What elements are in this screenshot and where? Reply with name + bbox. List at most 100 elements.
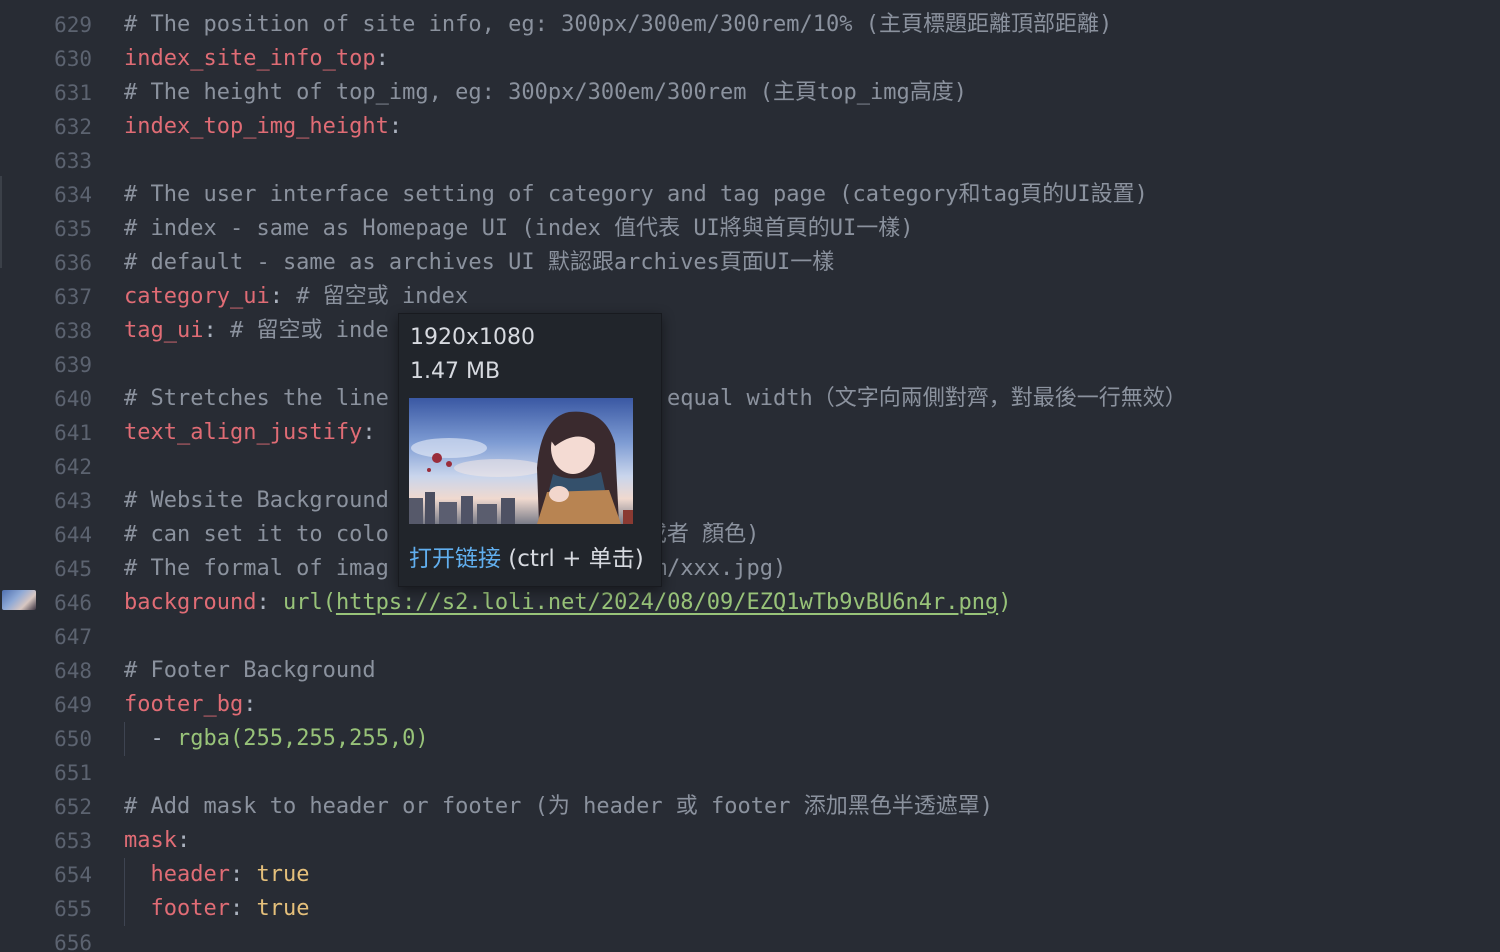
key-token: index_top_img_height <box>124 114 389 139</box>
code-line[interactable]: 637 category_ui: # 留空或 index <box>0 280 1500 314</box>
line-code: index_site_info_top: <box>124 42 389 76</box>
key-token: mask <box>124 828 177 853</box>
code-line[interactable]: 634 # The user interface setting of categ… <box>0 178 1500 212</box>
line-number: 640 <box>54 387 92 411</box>
code-line[interactable]: 638 tag_ui: # 留空或 inde <box>0 314 1500 348</box>
key-token: footer <box>150 896 230 921</box>
line-number: 641 <box>54 421 92 445</box>
image-hover-tooltip: 1920x1080 1.47 MB 打开链接 (ctrl + 单击) <box>398 313 662 587</box>
code-line[interactable]: 649 footer_bg: <box>0 688 1500 722</box>
line-code: # The height of top_img, eg: 300px/300em… <box>124 76 967 110</box>
code-line[interactable]: 630 index_site_info_top: <box>0 42 1500 76</box>
line-code: # Website Background <box>124 484 389 518</box>
comment-token: # The height of top_img, eg: 300px/300em… <box>124 80 967 105</box>
code-line[interactable]: 650 - rgba(255,255,255,0) <box>0 722 1500 756</box>
punctuation-token: : <box>229 862 257 887</box>
line-code: - rgba(255,255,255,0) <box>124 722 429 756</box>
line-number: 631 <box>54 81 92 105</box>
comment-token: # 留空或 index <box>296 284 469 309</box>
punctuation-token <box>124 896 151 921</box>
punctuation-token: : <box>375 46 389 71</box>
line-code: footer: true <box>124 892 310 926</box>
line-number: 652 <box>54 795 92 819</box>
open-link[interactable]: 打开链接 <box>409 546 501 572</box>
code-line[interactable]: 643 # Website Background <box>0 484 1500 518</box>
key-token: text_align_justify <box>124 420 363 445</box>
code-line[interactable]: 639 <box>0 348 1500 382</box>
code-line[interactable]: 640 # Stretches the line has equal width（… <box>0 382 1500 416</box>
string-token: url( <box>282 590 336 615</box>
line-number: 654 <box>54 863 92 887</box>
code-line[interactable]: 652 # Add mask to header or footer (为 hea… <box>0 790 1500 824</box>
code-line[interactable]: 642 <box>0 450 1500 484</box>
line-number: 639 <box>54 353 92 377</box>
punctuation-token: : <box>176 828 191 853</box>
line-code: # Add mask to header or footer (为 header… <box>124 790 993 824</box>
code-line[interactable]: 641 text_align_justify: <box>0 416 1500 450</box>
open-link-row: 打开链接 (ctrl + 单击) <box>409 542 644 576</box>
code-line[interactable]: 635 # index - same as Homepage UI (index … <box>0 212 1500 246</box>
punctuation-token: : <box>243 692 257 717</box>
punctuation-token <box>124 862 151 887</box>
line-code: index_top_img_height: <box>124 110 402 144</box>
code-line[interactable]: 636 # default - same as archives UI 默認跟ar… <box>0 246 1500 280</box>
comment-token: # Stretches the line <box>124 386 389 411</box>
key-token: background <box>124 590 257 615</box>
line-number: 638 <box>54 319 92 343</box>
string-token: rgba(255,255,255,0) <box>176 726 429 751</box>
code-editor[interactable]: 629 # The position of site info, eg: 300p… <box>0 0 1500 952</box>
code-line[interactable]: 631 # The height of top_img, eg: 300px/30… <box>0 76 1500 110</box>
punctuation-token: - <box>124 726 177 751</box>
line-number: 655 <box>54 897 92 921</box>
line-number: 644 <box>54 523 92 547</box>
punctuation-token: : <box>256 590 283 615</box>
comment-token: # can set it to colo <box>124 522 389 547</box>
url-link[interactable]: https://s2.loli.net/2024/08/09/EZQ1wTb9v… <box>336 590 998 615</box>
code-line[interactable]: 648 # Footer Background <box>0 654 1500 688</box>
line-code: # Footer Background <box>124 654 376 688</box>
comment-token: # Footer Background <box>124 658 376 683</box>
line-number: 651 <box>54 761 92 785</box>
code-line[interactable]: 632 index_top_img_height: <box>0 110 1500 144</box>
punctuation-token: : <box>203 318 230 343</box>
line-code: # default - same as archives UI 默認跟archi… <box>124 246 834 280</box>
image-filesize: 1.47 MB <box>410 359 501 384</box>
line-code: # The position of site info, eg: 300px/3… <box>124 8 1112 42</box>
line-code: # The user interface setting of category… <box>124 178 1148 212</box>
line-code: background: url(https://s2.loli.net/2024… <box>124 586 1011 620</box>
open-link-hint: (ctrl + 单击) <box>501 546 644 572</box>
line-number: 634 <box>54 183 92 207</box>
comment-token: # 留空或 inde <box>229 318 389 343</box>
comment-token: # The position of site info, eg: 300px/3… <box>124 12 1113 37</box>
string-token: ) <box>998 590 1012 615</box>
comment-token: # index - same as Homepage UI (index 值代表… <box>124 216 914 241</box>
comment-token: # Website Background <box>124 488 389 513</box>
line-code: footer_bg: <box>124 688 256 722</box>
boolean-token: true <box>256 862 310 887</box>
code-line[interactable]: 654 header: true <box>0 858 1500 892</box>
line-number: 632 <box>54 115 92 139</box>
image-preview <box>409 398 633 524</box>
code-line[interactable]: 633 <box>0 144 1500 178</box>
line-number: 633 <box>54 149 92 173</box>
code-line[interactable]: 655 footer: true <box>0 892 1500 926</box>
code-line[interactable]: 646 background: url(https://s2.loli.net/2… <box>0 586 1500 620</box>
line-code: text_align_justify: <box>124 416 376 450</box>
line-number: 645 <box>54 557 92 581</box>
punctuation-token: : <box>362 420 376 445</box>
code-line[interactable]: 629 # The position of site info, eg: 300p… <box>0 8 1500 42</box>
comment-token: # The formal of imag <box>124 556 389 581</box>
key-token: category_ui <box>124 284 270 309</box>
line-number: 635 <box>54 217 92 241</box>
line-number: 646 <box>54 591 92 615</box>
code-line[interactable]: 645 # The formal of imag x.com/xxx.jpg) <box>0 552 1500 586</box>
code-line[interactable]: 651 <box>0 756 1500 790</box>
code-line[interactable]: 644# can set it to colo 圖片 或者 顏色) <box>0 518 1500 552</box>
punctuation-token: : <box>388 114 403 139</box>
line-number: 636 <box>54 251 92 275</box>
code-line[interactable]: 656 <box>0 926 1500 952</box>
line-number: 650 <box>54 727 92 751</box>
line-number: 643 <box>54 489 92 513</box>
code-line[interactable]: 647 <box>0 620 1500 654</box>
code-line[interactable]: 653 mask: <box>0 824 1500 858</box>
